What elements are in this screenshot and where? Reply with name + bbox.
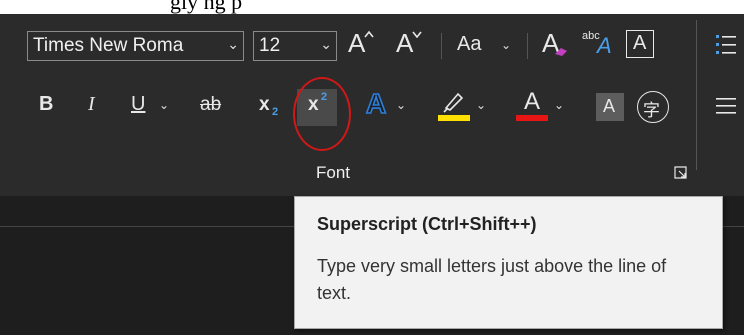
text-highlight-button[interactable]: ⌄ [436,88,494,124]
caption-text: gly ng p [170,0,243,14]
underline-button[interactable]: U ⌄ [126,90,182,122]
subscript-n: 2 [272,106,279,118]
character-shading-label: A [603,96,616,116]
text-effects-label: A [365,87,387,120]
caret-down-icon [412,31,422,38]
change-case-label: Aa [457,33,482,55]
chevron-down-icon[interactable]: ⌄ [227,36,239,53]
tooltip-title: Superscript (Ctrl+Shift++) [317,214,537,234]
shrink-font-button[interactable]: A [392,28,426,60]
chevron-down-icon: ⌄ [501,38,512,52]
chevron-down-icon: ⌄ [476,98,487,112]
change-case-button[interactable]: Aa ⌄ [455,31,517,59]
grow-font-label: A [348,28,366,58]
phonetic-guide-letter: A [597,33,612,58]
subscript-x: x [259,94,270,115]
character-border-label: A [633,32,647,54]
bold-button[interactable]: B [34,90,62,122]
shrink-font-label: A [396,28,414,58]
font-size-value: 12 [259,35,281,56]
bold-label: B [39,93,54,115]
align-lines-icon[interactable] [716,96,736,118]
caret-up-icon [364,30,374,38]
font-name-combobox[interactable]: Times New Roma ⌄ [27,31,244,61]
enclose-characters-button[interactable]: 字 [637,91,669,123]
tooltip-description: Type very small letters just above the l… [317,256,667,303]
text-effects-button[interactable]: A ⌄ [364,87,414,122]
chevron-down-icon[interactable]: ⌄ [320,36,332,53]
eraser-icon [555,48,567,56]
subscript-button[interactable]: x 2 [254,90,288,122]
strikethrough-label: ab [200,94,222,115]
highlight-color-bar [438,115,470,121]
character-shading-button[interactable]: A [596,93,624,121]
underline-label: U [131,93,146,115]
font-name-value: Times New Roma [33,35,184,56]
font-color-button[interactable]: A ⌄ [514,88,572,124]
phonetic-guide-button[interactable]: abc A [581,28,617,60]
character-border-button[interactable]: A [626,30,654,58]
font-color-bar [516,115,548,121]
clear-formatting-button[interactable]: A [538,28,572,60]
italic-button[interactable]: I [80,90,108,122]
italic-label: I [88,93,95,115]
highlighter-icon [443,92,464,113]
chevron-down-icon: ⌄ [554,98,565,112]
chevron-down-icon[interactable]: ⌄ [159,98,169,112]
chevron-down-icon: ⌄ [396,98,407,112]
highlight-circle [293,77,351,151]
dialog-launcher-icon[interactable] [674,166,687,179]
enclose-characters-label: 字 [643,101,660,120]
font-color-label: A [524,88,541,115]
font-group-label: Font [316,163,351,182]
grow-font-button[interactable]: A [344,28,378,60]
font-size-combobox[interactable]: 12 ⌄ [253,31,337,61]
separator [527,33,528,59]
document-caption-fragment: gly ng p [0,0,744,14]
superscript-tooltip: Superscript (Ctrl+Shift++) Type very sma… [294,196,723,329]
group-separator [696,20,697,170]
separator [441,33,442,59]
bullets-icon[interactable] [716,33,736,57]
strikethrough-button[interactable]: ab [196,90,236,122]
